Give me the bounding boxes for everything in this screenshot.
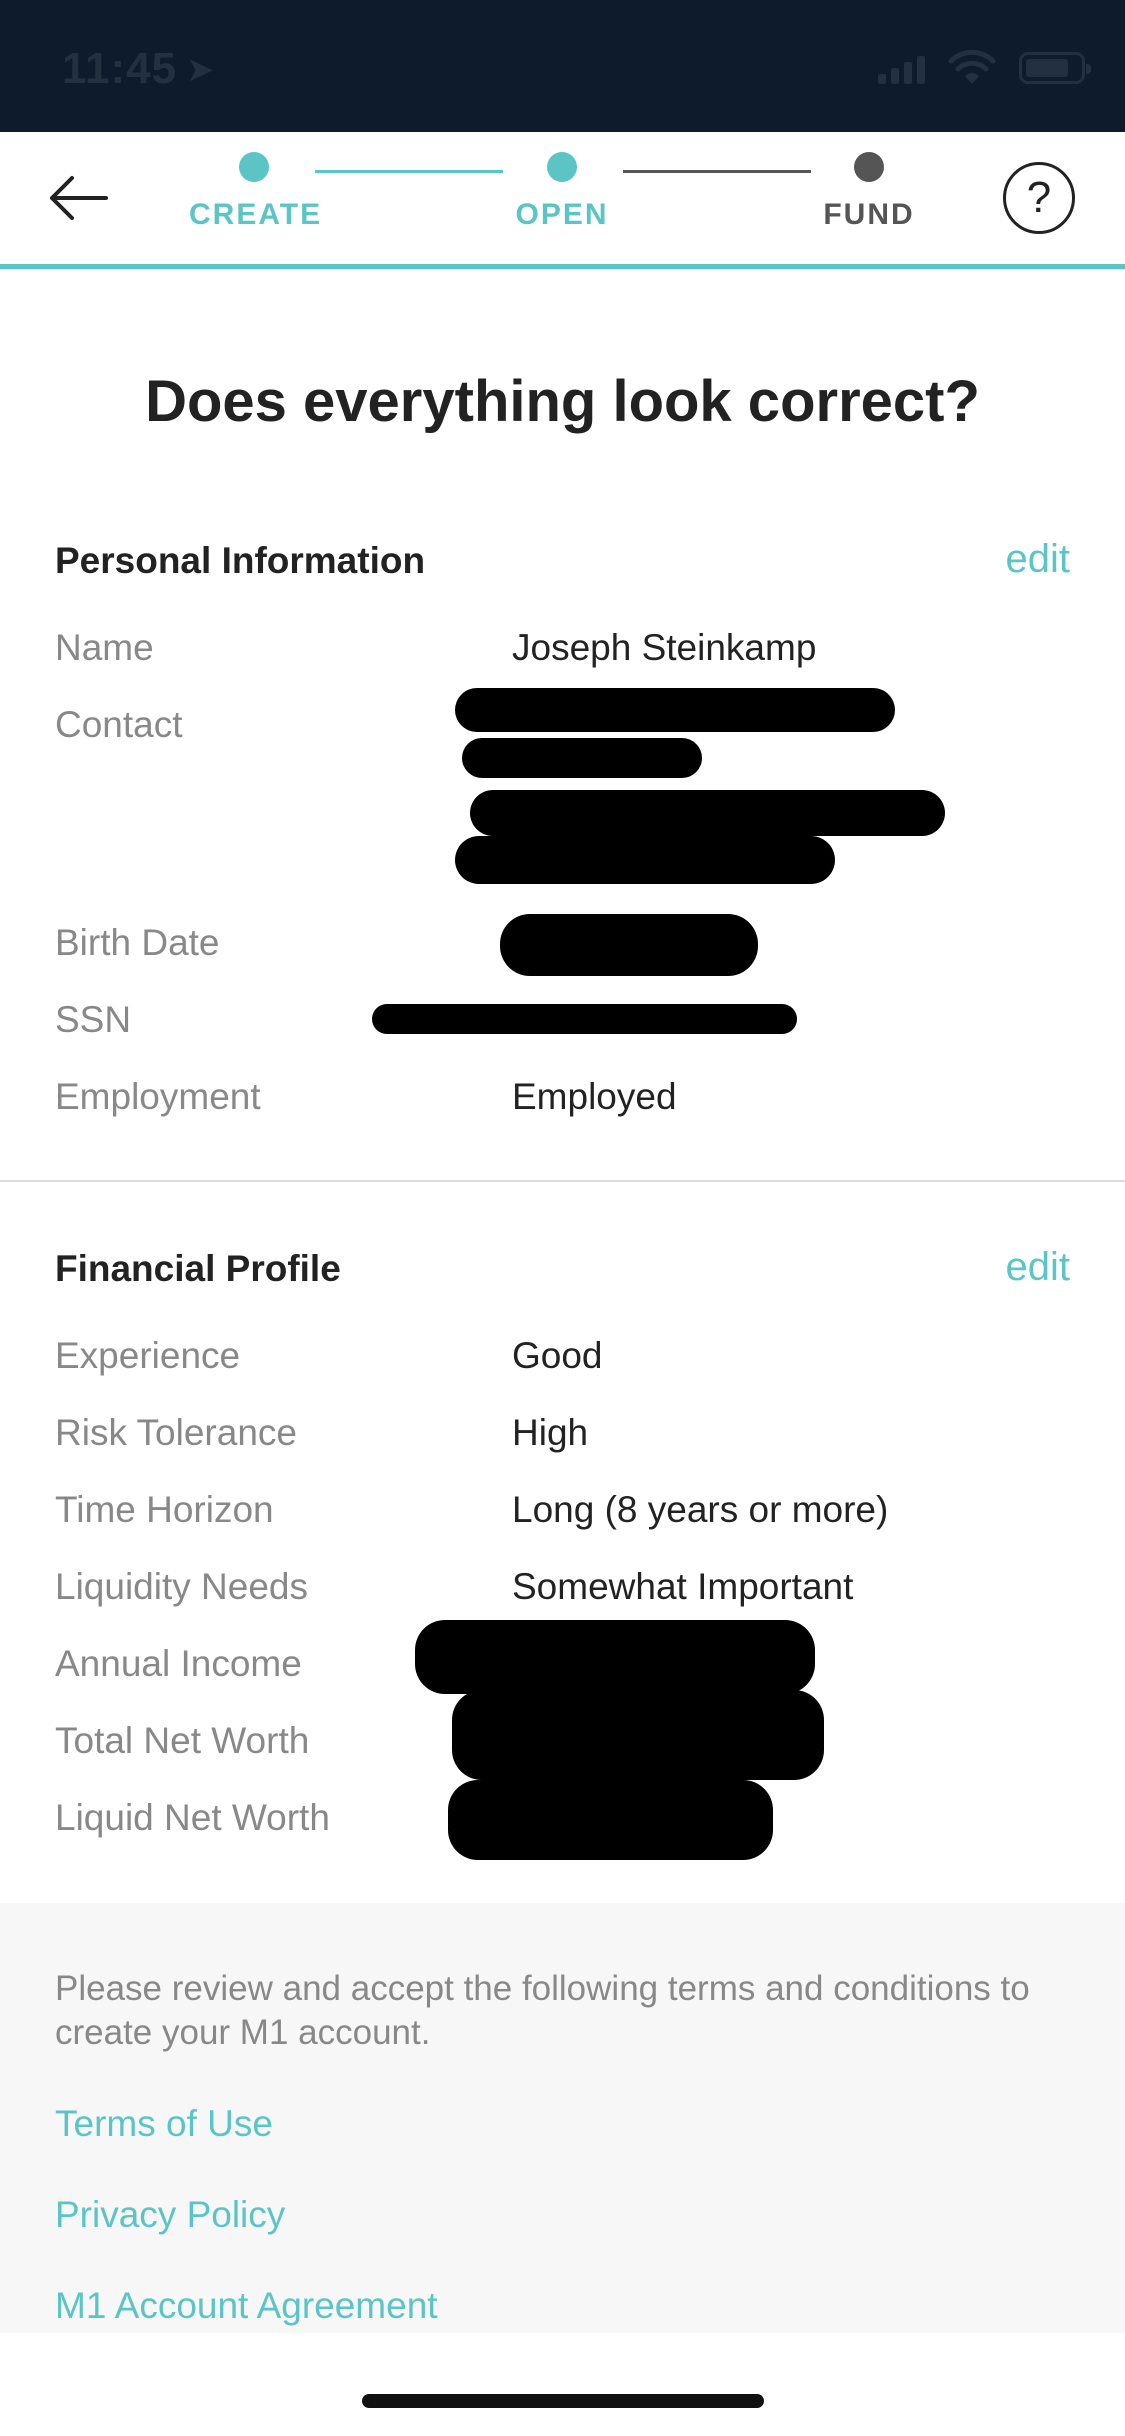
financial-profile-title: Financial Profile [55, 1248, 341, 1289]
redacted-liquid-net-worth [448, 1780, 773, 1860]
redacted-total-net-worth [452, 1690, 824, 1780]
row-label-experience: Experience [55, 1335, 241, 1376]
location-arrow-icon: ➤ [186, 51, 215, 89]
status-time: 11:45 [62, 44, 178, 93]
step-dot-fund [854, 152, 884, 182]
row-label-time-horizon: Time Horizon [55, 1489, 274, 1530]
home-indicator [362, 2394, 764, 2408]
progress-line-open-fund [623, 170, 811, 173]
row-label-name: Name [55, 627, 154, 668]
battery-icon [1019, 52, 1091, 84]
redacted-birth-date [500, 914, 758, 976]
step-label-create: CREATE [189, 198, 323, 231]
redacted-contact-line-2 [462, 738, 702, 778]
row-label-liquidity-needs: Liquidity Needs [55, 1566, 308, 1607]
row-value-time-horizon: Long (8 years or more) [512, 1489, 889, 1530]
step-create: CREATE [189, 152, 323, 232]
wifi-icon [948, 50, 996, 84]
row-value-liquidity-needs: Somewhat Important [512, 1566, 854, 1607]
row-value-name: Joseph Steinkamp [512, 627, 817, 668]
terms-of-use-link[interactable]: Terms of Use [55, 2103, 273, 2145]
back-arrow-icon[interactable] [46, 172, 110, 224]
status-bar: 11:45 ➤ [0, 0, 1125, 132]
row-value-risk-tolerance: High [512, 1412, 589, 1453]
row-value-employment: Employed [512, 1076, 677, 1117]
row-label-birth-date: Birth Date [55, 922, 220, 963]
progress-line-create-open [315, 170, 503, 173]
row-value-experience: Good [512, 1335, 603, 1376]
help-button[interactable]: ? [1003, 162, 1075, 234]
row-label-liquid-net-worth: Liquid Net Worth [55, 1797, 330, 1838]
redacted-annual-income [415, 1620, 815, 1694]
page-title: Does everything look correct? [145, 369, 980, 434]
personal-info-edit-link[interactable]: edit [1006, 537, 1071, 582]
row-label-total-net-worth: Total Net Worth [55, 1720, 310, 1761]
redacted-contact-line-1 [455, 688, 895, 732]
row-label-risk-tolerance: Risk Tolerance [55, 1412, 297, 1453]
step-dot-create [239, 152, 269, 182]
redacted-ssn [372, 1004, 797, 1034]
step-label-fund: FUND [823, 198, 915, 231]
row-label-contact: Contact [55, 704, 183, 745]
financial-profile-edit-link[interactable]: edit [1006, 1245, 1071, 1290]
step-fund: FUND [804, 152, 934, 232]
status-icons [878, 50, 1091, 86]
terms-description: Please review and accept the following t… [55, 1969, 1030, 2052]
row-label-employment: Employment [55, 1076, 261, 1117]
redacted-contact-line-3 [470, 790, 945, 836]
row-label-ssn: SSN [55, 999, 132, 1040]
section-divider [0, 1180, 1125, 1182]
privacy-policy-link[interactable]: Privacy Policy [55, 2194, 285, 2236]
onboarding-header: CREATE OPEN FUND ? [0, 132, 1125, 269]
m1-account-agreement-link[interactable]: M1 Account Agreement [55, 2285, 438, 2327]
row-label-annual-income: Annual Income [55, 1643, 302, 1684]
redacted-contact-line-4 [455, 836, 835, 884]
personal-info-title: Personal Information [55, 540, 426, 581]
signal-icon [878, 52, 925, 84]
step-dot-open [547, 152, 577, 182]
step-label-open: OPEN [515, 198, 609, 231]
step-open: OPEN [497, 152, 627, 232]
terms-panel: Please review and accept the following t… [0, 1903, 1125, 2333]
